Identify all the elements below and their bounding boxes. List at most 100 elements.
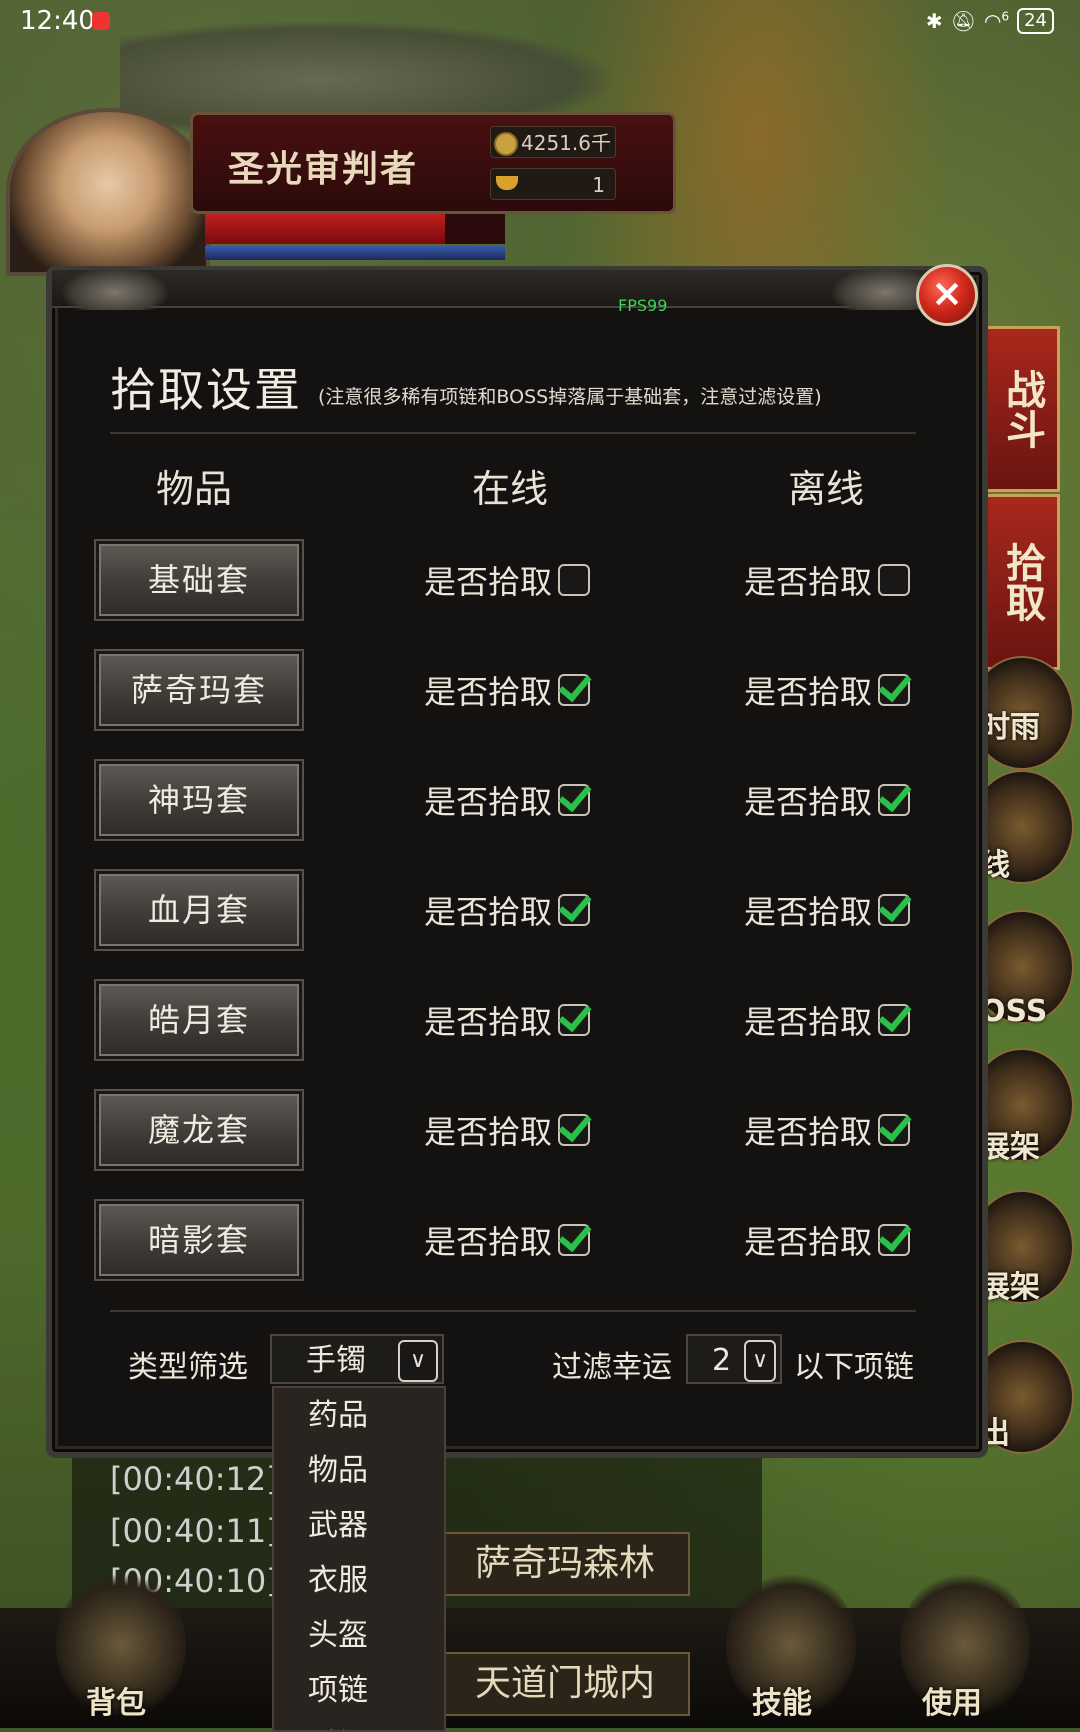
fps-counter: FPS99: [618, 296, 668, 315]
dialog-note: (注意很多稀有项链和BOSS掉落属于基础套，注意过滤设置): [318, 386, 822, 408]
side-label-5: 展架: [980, 1270, 1040, 1305]
item-set-button[interactable]: 魔龙套: [96, 1091, 302, 1169]
bag-label: 背包: [86, 1686, 146, 1721]
pickup-toggle-offline[interactable]: 是否拾取: [744, 1107, 911, 1153]
side-label-4: 展架: [980, 1130, 1040, 1165]
dropdown-option[interactable]: 物品: [274, 1443, 444, 1498]
checkbox-checked[interactable]: [558, 784, 591, 816]
column-header-online: 在线: [472, 467, 549, 511]
pickup-label: 是否拾取: [744, 1223, 873, 1261]
dropdown-option[interactable]: 头盔: [274, 1608, 444, 1663]
mp-bar: [205, 246, 505, 260]
pickup-toggle-online[interactable]: 是否拾取: [424, 1107, 591, 1153]
dropdown-option[interactable]: 手镯: [274, 1718, 444, 1730]
use-label: 使用: [922, 1686, 982, 1721]
pickup-label: 是否拾取: [424, 673, 553, 711]
pickup-toggle-offline[interactable]: 是否拾取: [744, 667, 911, 713]
pickup-toggle-online[interactable]: 是否拾取: [424, 557, 591, 603]
checkbox-checked[interactable]: [878, 1114, 911, 1146]
screen-record-icon: [92, 12, 110, 30]
dropdown-option[interactable]: 项链: [274, 1663, 444, 1718]
luck-filter-suffix: 以下项链: [794, 1350, 914, 1385]
checkbox-checked[interactable]: [558, 674, 591, 706]
pickup-toggle-offline[interactable]: 是否拾取: [744, 887, 911, 933]
dialog-corner-ornament-left: [60, 266, 170, 310]
luck-filter-label: 过滤幸运: [552, 1350, 672, 1385]
checkbox-unchecked[interactable]: [878, 564, 911, 596]
checkbox-checked[interactable]: [558, 1224, 591, 1256]
type-filter-value: 手镯: [306, 1343, 366, 1378]
checkbox-checked[interactable]: [558, 1114, 591, 1146]
item-set-button[interactable]: 基础套: [96, 541, 302, 619]
pickup-toggle-online[interactable]: 是否拾取: [424, 1217, 591, 1263]
dialog-title: 拾取设置: [110, 363, 302, 417]
pickup-toggle-online[interactable]: 是否拾取: [424, 777, 591, 823]
checkbox-checked[interactable]: [878, 674, 911, 706]
type-filter-select[interactable]: 手镯 ∨: [270, 1334, 444, 1384]
checkbox-checked[interactable]: [558, 894, 591, 926]
dropdown-option[interactable]: 武器: [274, 1498, 444, 1553]
pickup-label: 是否拾取: [424, 783, 553, 821]
log-line: [00:40:12]: [110, 1460, 279, 1498]
luck-filter-select[interactable]: 2 ∨: [686, 1334, 782, 1384]
item-set-button[interactable]: 皓月套: [96, 981, 302, 1059]
map-button-city[interactable]: 天道门城内: [440, 1652, 690, 1716]
dropdown-option[interactable]: 药品: [274, 1388, 444, 1443]
type-filter-label: 类型筛选: [128, 1350, 248, 1385]
checkbox-checked[interactable]: [878, 784, 911, 816]
pickup-toggle-offline[interactable]: 是否拾取: [744, 997, 911, 1043]
pickup-label: 是否拾取: [744, 783, 873, 821]
checkbox-unchecked[interactable]: [558, 564, 591, 596]
item-set-button[interactable]: 神玛套: [96, 761, 302, 839]
wifi-generation: 6: [1001, 9, 1010, 24]
column-header-offline: 离线: [788, 467, 865, 511]
checkbox-checked[interactable]: [878, 894, 911, 926]
luck-filter-value: 2: [712, 1343, 732, 1378]
coin-icon: [494, 132, 518, 156]
close-button[interactable]: ×: [916, 264, 978, 326]
pickup-toggle-offline[interactable]: 是否拾取: [744, 1217, 911, 1263]
checkbox-checked[interactable]: [558, 1004, 591, 1036]
item-set-button[interactable]: 萨奇玛套: [96, 651, 302, 729]
dropdown-option[interactable]: 衣服: [274, 1553, 444, 1608]
pickup-label: 是否拾取: [744, 673, 873, 711]
column-header-item: 物品: [156, 467, 233, 511]
tab-battle[interactable]: 战斗: [984, 326, 1060, 492]
tab-pickup[interactable]: 拾取: [984, 494, 1060, 670]
mute-icon: 🔕︎: [950, 9, 976, 33]
status-time: 12:40: [20, 6, 95, 36]
divider: [110, 1310, 916, 1312]
divider: [110, 432, 916, 434]
pickup-toggle-online[interactable]: 是否拾取: [424, 997, 591, 1043]
pickup-toggle-offline[interactable]: 是否拾取: [744, 777, 911, 823]
status-bar: 12:40 ✱ 🔕︎ ◠6 24: [0, 0, 1080, 46]
pickup-settings-dialog: [46, 266, 988, 1458]
pickup-toggle-online[interactable]: 是否拾取: [424, 667, 591, 713]
player-name: 圣光审判者: [228, 149, 419, 190]
pickup-label: 是否拾取: [744, 563, 873, 601]
bluetooth-icon: ✱: [925, 9, 943, 33]
chevron-down-icon[interactable]: ∨: [744, 1340, 776, 1382]
pickup-label: 是否拾取: [424, 563, 553, 601]
pickup-toggle-offline[interactable]: 是否拾取: [744, 557, 911, 603]
pickup-label: 是否拾取: [744, 1003, 873, 1041]
side-label-1: 时雨: [980, 710, 1040, 745]
item-set-button[interactable]: 暗影套: [96, 1201, 302, 1279]
status-icons: ✱ 🔕︎ ◠6 24: [926, 8, 1054, 34]
pickup-label: 是否拾取: [744, 1113, 873, 1151]
checkbox-checked[interactable]: [878, 1004, 911, 1036]
checkbox-checked[interactable]: [878, 1224, 911, 1256]
player-avatar[interactable]: [6, 108, 210, 276]
pickup-label: 是否拾取: [424, 1113, 553, 1151]
battery-indicator: 24: [1017, 8, 1054, 34]
pickup-label: 是否拾取: [424, 1223, 553, 1261]
type-filter-dropdown: 药品 物品 武器 衣服 头盔 项链 手镯: [272, 1386, 446, 1732]
map-button-forest[interactable]: 萨奇玛森林: [440, 1532, 690, 1596]
chevron-down-icon[interactable]: ∨: [398, 1340, 438, 1382]
hp-bar: [205, 214, 445, 244]
pickup-label: 是否拾取: [744, 893, 873, 931]
pickup-label: 是否拾取: [424, 1003, 553, 1041]
pickup-toggle-online[interactable]: 是否拾取: [424, 887, 591, 933]
side-label-3: OSS: [980, 994, 1048, 1029]
item-set-button[interactable]: 血月套: [96, 871, 302, 949]
